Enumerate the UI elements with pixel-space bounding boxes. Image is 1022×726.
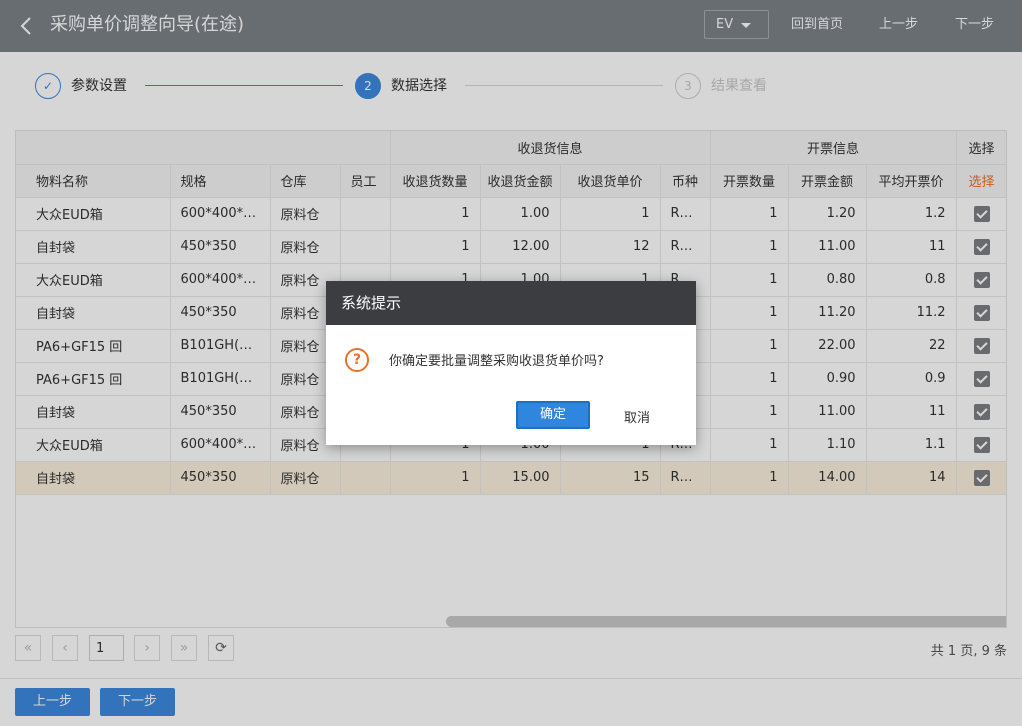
confirm-dialog: 系统提示 ? 你确定要批量调整采购收退货单价吗? 确定 取消 [326,281,696,445]
confirm-button[interactable]: 确定 [516,401,590,429]
dialog-message: 你确定要批量调整采购收退货单价吗? [389,354,604,369]
question-icon: ? [345,348,369,372]
cancel-button[interactable]: 取消 [624,407,650,426]
dialog-title: 系统提示 [326,281,696,325]
